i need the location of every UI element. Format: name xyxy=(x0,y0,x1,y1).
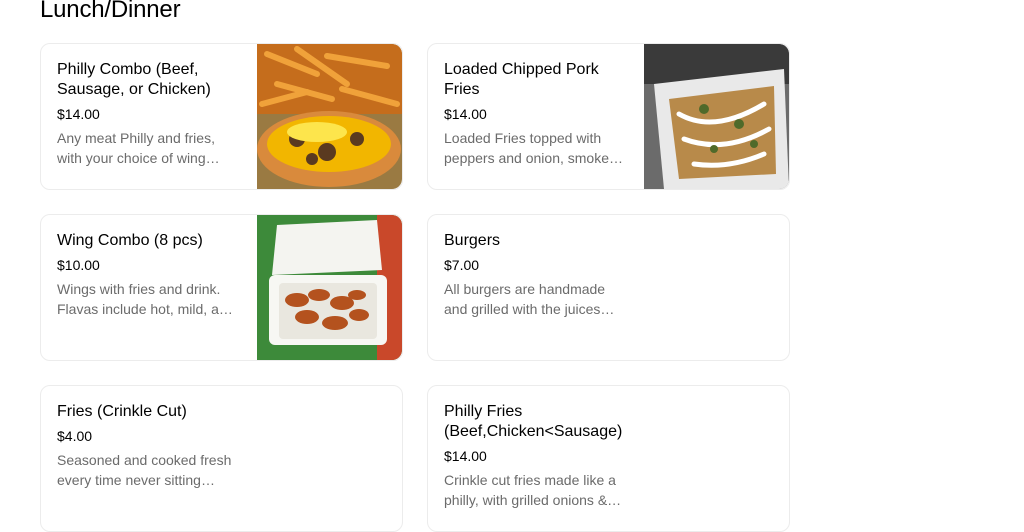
menu-item-name: Burgers xyxy=(444,232,501,249)
menu-item-card[interactable]: Philly Fries (Beef,Chicken<Sausage) $14.… xyxy=(427,385,790,532)
menu-item-name: Fries (Crinkle Cut) xyxy=(57,403,187,420)
section-title: Lunch/Dinner xyxy=(40,0,181,23)
menu-item-card[interactable]: Wing Combo (8 pcs) $10.00 Wings with fri… xyxy=(40,214,403,361)
menu-item-description: Loaded Fries topped with peppers and oni… xyxy=(444,130,617,166)
menu-item-price: $7.00 xyxy=(444,257,480,273)
menu-item-name: Loaded Chipped Pork Fries xyxy=(444,61,599,98)
menu-item-price: $4.00 xyxy=(57,428,93,444)
menu-item-description: Wings with fries and drink. Flavas inclu… xyxy=(57,281,235,317)
menu-item-description: Seasoned and cooked fresh every time nev… xyxy=(57,452,232,488)
menu-item-card[interactable]: Burgers $7.00 All burgers are handmade a… xyxy=(427,214,790,361)
menu-item-price: $14.00 xyxy=(444,448,487,464)
menu-item-card[interactable]: Philly Combo (Beef, Sausage, or Chicken)… xyxy=(40,43,403,190)
menu-item-description: Any meat Philly and fries, with your cho… xyxy=(57,130,215,166)
wings-photo-icon xyxy=(257,215,402,360)
menu-item-price: $14.00 xyxy=(57,106,100,122)
menu-item-price: $14.00 xyxy=(444,106,487,122)
loaded-fries-photo-icon xyxy=(644,44,789,189)
menu-item-card[interactable]: Loaded Chipped Pork Fries $14.00 Loaded … xyxy=(427,43,790,190)
menu-item-description: Crinkle cut fries made like a philly, wi… xyxy=(444,472,616,508)
menu-item-name: Philly Fries (Beef,Chicken<Sausage) xyxy=(444,403,623,440)
menu-item-card[interactable]: Fries (Crinkle Cut) $4.00 Seasoned and c… xyxy=(40,385,403,532)
philly-combo-photo-icon xyxy=(257,44,402,189)
menu-item-price: $10.00 xyxy=(57,257,100,273)
menu-item-name: Philly Combo (Beef, Sausage, or Chicken) xyxy=(57,61,211,98)
menu-item-name: Wing Combo (8 pcs) xyxy=(57,232,203,249)
menu-item-description: All burgers are handmade and grilled wit… xyxy=(444,281,606,317)
